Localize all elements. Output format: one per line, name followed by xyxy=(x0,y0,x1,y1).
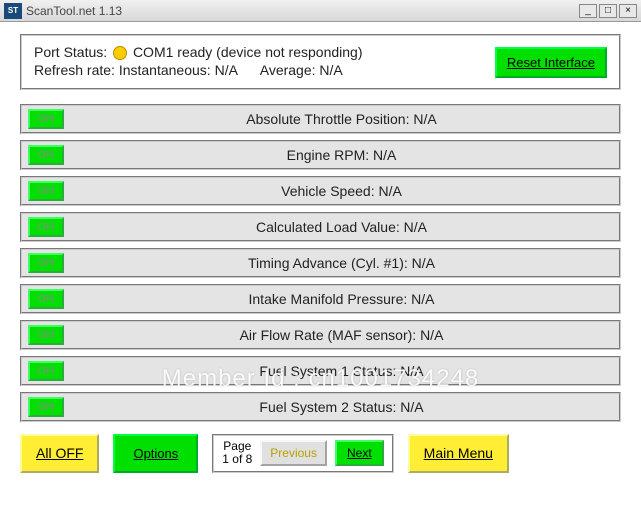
average-value: N/A xyxy=(319,62,342,78)
close-button[interactable]: × xyxy=(619,4,637,18)
sensor-value: N/A xyxy=(413,111,436,127)
sensor-label: Fuel System 1 Status: N/A xyxy=(64,363,619,379)
sensor-value: N/A xyxy=(378,183,401,199)
sensor-label: Fuel System 2 Status: N/A xyxy=(64,399,619,415)
page-indicator: Page 1 of 8 xyxy=(222,440,252,466)
sensor-label: Intake Manifold Pressure: N/A xyxy=(64,291,619,307)
sensor-label: Calculated Load Value: N/A xyxy=(64,219,619,235)
status-text: Port Status: COM1 ready (device not resp… xyxy=(34,44,495,80)
on-toggle-button[interactable]: ON xyxy=(28,145,64,165)
on-toggle-button[interactable]: ON xyxy=(28,253,64,273)
main-menu-button[interactable]: Main Menu xyxy=(408,434,509,472)
refresh-rate-label: Refresh rate: xyxy=(34,62,115,78)
on-toggle-button[interactable]: ON xyxy=(28,397,64,417)
instantaneous-value: N/A xyxy=(215,62,238,78)
instantaneous-label: Instantaneous: xyxy=(119,62,211,78)
all-off-button[interactable]: All OFF xyxy=(20,434,99,472)
sensor-label: Engine RPM: N/A xyxy=(64,147,619,163)
maximize-button[interactable]: □ xyxy=(599,4,617,18)
next-button[interactable]: Next xyxy=(335,440,384,466)
window-controls: _ □ × xyxy=(579,4,637,18)
pagination-panel: Page 1 of 8 Previous Next xyxy=(212,434,393,472)
previous-button[interactable]: Previous xyxy=(260,440,327,466)
sensor-value: N/A xyxy=(411,291,434,307)
window-title: ScanTool.net 1.13 xyxy=(26,4,579,18)
on-toggle-button[interactable]: ON xyxy=(28,181,64,201)
reset-interface-button[interactable]: Reset Interface xyxy=(495,47,607,78)
sensor-value: N/A xyxy=(400,399,423,415)
sensor-row: ONFuel System 1 Status: N/A xyxy=(20,356,621,386)
on-toggle-button[interactable]: ON xyxy=(28,109,64,129)
sensor-row: ONAir Flow Rate (MAF sensor): N/A xyxy=(20,320,621,350)
sensor-row: ONFuel System 2 Status: N/A xyxy=(20,392,621,422)
on-toggle-button[interactable]: ON xyxy=(28,217,64,237)
sensor-value: N/A xyxy=(412,255,435,271)
sensor-label: Absolute Throttle Position: N/A xyxy=(64,111,619,127)
options-button[interactable]: Options xyxy=(113,434,198,472)
sensor-label: Vehicle Speed: N/A xyxy=(64,183,619,199)
content-area: Port Status: COM1 ready (device not resp… xyxy=(0,22,641,485)
on-toggle-button[interactable]: ON xyxy=(28,361,64,381)
minimize-button[interactable]: _ xyxy=(579,4,597,18)
sensor-row: ONVehicle Speed: N/A xyxy=(20,176,621,206)
app-icon: ST xyxy=(4,3,22,19)
port-status-label: Port Status: xyxy=(34,44,107,60)
sensor-row: ONIntake Manifold Pressure: N/A xyxy=(20,284,621,314)
sensor-value: N/A xyxy=(404,219,427,235)
sensor-label: Timing Advance (Cyl. #1): N/A xyxy=(64,255,619,271)
titlebar: ST ScanTool.net 1.13 _ □ × xyxy=(0,0,641,22)
port-status-value: COM1 ready (device not responding) xyxy=(133,44,363,60)
sensor-value: N/A xyxy=(420,327,443,343)
on-toggle-button[interactable]: ON xyxy=(28,325,64,345)
average-label: Average: xyxy=(260,62,316,78)
sensor-row: ONTiming Advance (Cyl. #1): N/A xyxy=(20,248,621,278)
status-indicator-icon xyxy=(113,46,127,60)
sensor-row: ONEngine RPM: N/A xyxy=(20,140,621,170)
sensor-row: ONAbsolute Throttle Position: N/A xyxy=(20,104,621,134)
footer-bar: All OFF Options Page 1 of 8 Previous Nex… xyxy=(20,434,621,472)
sensor-value: N/A xyxy=(400,363,423,379)
on-toggle-button[interactable]: ON xyxy=(28,289,64,309)
status-panel: Port Status: COM1 ready (device not resp… xyxy=(20,34,621,90)
sensor-label: Air Flow Rate (MAF sensor): N/A xyxy=(64,327,619,343)
sensor-value: N/A xyxy=(373,147,396,163)
sensor-row: ONCalculated Load Value: N/A xyxy=(20,212,621,242)
